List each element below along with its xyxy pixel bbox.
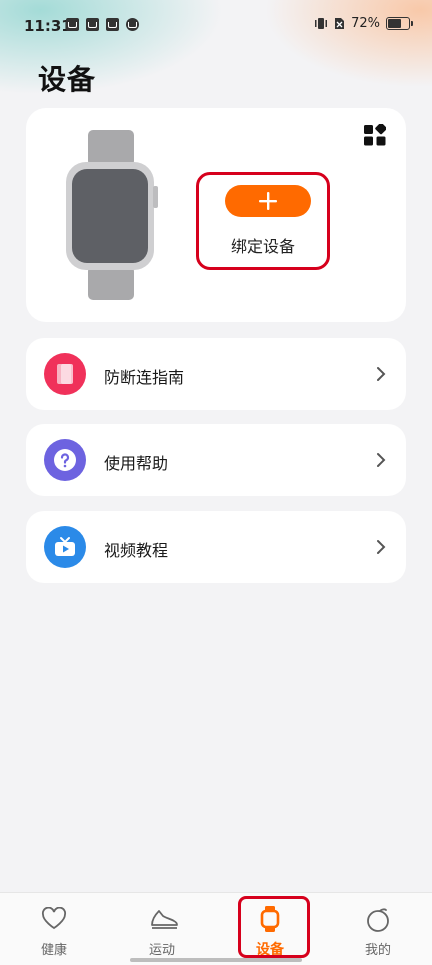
chevron-right-icon	[377, 540, 386, 554]
shoe-icon	[151, 910, 178, 929]
nav-label: 运动	[148, 943, 175, 958]
nav-tab-health[interactable]: 健康	[0, 893, 108, 965]
nav-tab-sport[interactable]: 运动	[108, 893, 216, 965]
nav-label: 我的	[364, 943, 391, 958]
nav-tab-mine[interactable]: 我的	[324, 893, 432, 965]
bind-device-highlight: 绑定设备	[196, 172, 330, 270]
profile-icon	[367, 908, 389, 932]
page-title: 设备	[38, 63, 97, 96]
nav-label: 健康	[40, 943, 67, 958]
status-right: 72%	[314, 16, 413, 31]
help-icon	[44, 439, 86, 481]
no-sim-icon	[335, 18, 345, 29]
status-time: 11:31	[24, 17, 72, 35]
battery-icon	[386, 17, 413, 30]
menu-item-label: 视频教程	[104, 541, 169, 560]
bind-device-button[interactable]	[225, 185, 311, 217]
mail-notification-icon	[66, 18, 79, 31]
device-card: 绑定设备	[26, 108, 406, 322]
battery-percent: 72%	[351, 16, 380, 31]
chevron-right-icon	[377, 367, 386, 381]
heart-icon	[42, 907, 66, 930]
plus-icon	[259, 192, 277, 210]
status-bar: 11:31 72%	[0, 0, 432, 50]
home-indicator[interactable]	[130, 958, 302, 962]
menu-item-help[interactable]: 使用帮助	[26, 424, 406, 496]
play-notification-icon	[86, 18, 99, 31]
menu-item-label: 使用帮助	[104, 454, 169, 473]
notification-icons	[66, 18, 139, 31]
grid-menu-icon[interactable]	[364, 124, 386, 146]
chevron-right-icon	[377, 453, 386, 467]
store-notification-icon	[106, 18, 119, 31]
bind-device-label[interactable]: 绑定设备	[199, 233, 327, 257]
link-notification-icon	[126, 18, 139, 31]
vibrate-icon	[315, 18, 328, 29]
video-icon	[44, 526, 86, 568]
bottom-nav: 健康 运动 设备 我的	[0, 892, 432, 965]
guide-icon	[44, 353, 86, 395]
active-tab-highlight	[238, 896, 310, 958]
menu-item-anti-disconnect-guide[interactable]: 防断连指南	[26, 338, 406, 410]
menu-item-label: 防断连指南	[104, 368, 185, 387]
watch-illustration-icon	[66, 130, 158, 300]
menu-item-video-tutorial[interactable]: 视频教程	[26, 511, 406, 583]
